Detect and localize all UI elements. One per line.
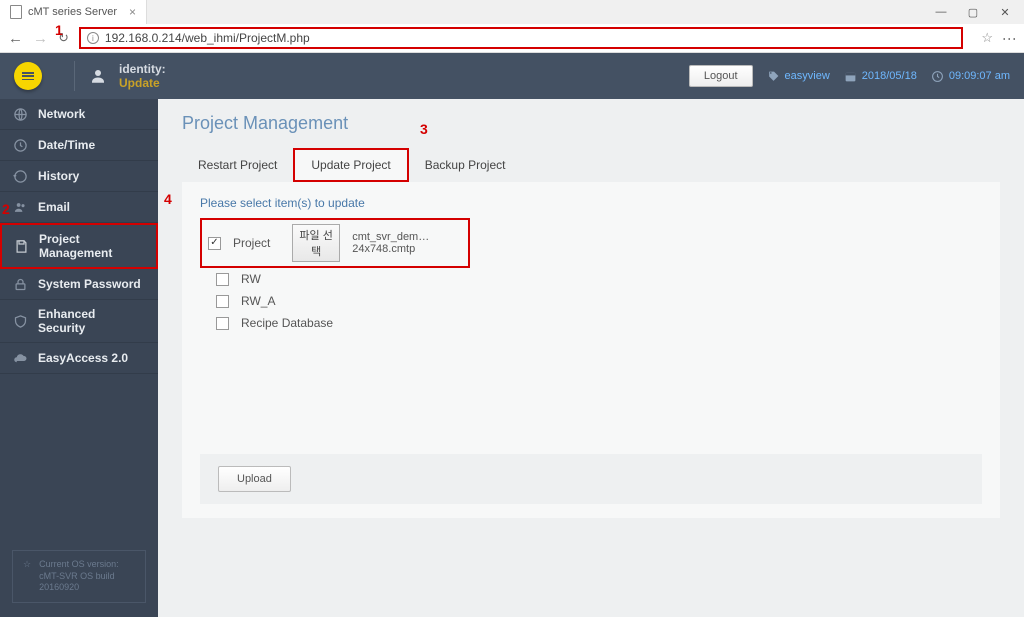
time-indicator: 09:09:07 am [931, 70, 1010, 83]
people-icon [12, 199, 28, 215]
browser-tab[interactable]: cMT series Server × [0, 0, 147, 24]
panel-footer: Upload [200, 454, 982, 504]
star-icon: ☆ [23, 559, 31, 571]
identity-value: Update [119, 76, 166, 90]
tab-backup-project[interactable]: Backup Project [409, 148, 522, 182]
row-rw: RW [216, 268, 982, 290]
window-maximize-button[interactable]: ▢ [958, 2, 988, 22]
history-icon [12, 168, 28, 184]
date-text: 2018/05/18 [862, 70, 917, 82]
url-input[interactable]: i 192.168.0.214/web_ihmi/ProjectM.php [79, 27, 963, 49]
shield-icon [12, 313, 28, 329]
sidebar-item-label: Project Management [39, 232, 144, 260]
row-label: Recipe Database [241, 316, 333, 330]
os-version-box: ☆ Current OS version: cMT-SVR OS build 2… [12, 550, 146, 603]
main-content: Project Management 3 Restart Project Upd… [158, 99, 1024, 617]
sidebar-item-label: Enhanced Security [38, 307, 146, 335]
sidebar-item-label: Network [38, 107, 85, 121]
annotation-1: 1 [55, 22, 63, 38]
row-label: RW_A [241, 294, 275, 308]
globe-icon [12, 106, 28, 122]
header-right: Logout easyview 2018/05/18 09:09:07 am [689, 65, 1010, 87]
divider [74, 61, 75, 91]
browser-tab-bar: cMT series Server × — ▢ ✕ [0, 0, 1024, 24]
row-rw-a: RW_A [216, 290, 982, 312]
os-version-label: Current OS version: [39, 559, 135, 571]
row-label: RW [241, 272, 261, 286]
tag-indicator: easyview [767, 70, 830, 83]
app-header: identity: Update Logout easyview 2018/05… [0, 53, 1024, 99]
window-minimize-button[interactable]: — [926, 2, 956, 22]
checkbox-recipe[interactable] [216, 317, 229, 330]
back-button[interactable]: ← [8, 30, 23, 47]
row-label: Project [233, 236, 280, 250]
menu-toggle-button[interactable] [14, 62, 42, 90]
checkbox-rw-a[interactable] [216, 295, 229, 308]
sidebar-item-enhanced-security[interactable]: Enhanced Security [0, 300, 158, 343]
sidebar-item-network[interactable]: Network [0, 99, 158, 130]
calendar-icon [844, 70, 857, 83]
sidebar-item-label: Email [38, 200, 70, 214]
tag-icon [767, 70, 780, 83]
update-panel: Please select item(s) to update 4 Projec… [182, 182, 1000, 518]
file-select-button[interactable]: 파일 선택 [292, 224, 340, 262]
page-body: Network Date/Time History 2 Email Projec… [0, 99, 1024, 617]
selected-file-name: cmt_svr_dem…24x748.cmtp [352, 231, 462, 255]
user-icon [89, 67, 107, 85]
tag-text: easyview [785, 70, 830, 82]
identity-block: identity: Update [119, 62, 166, 91]
sidebar-item-email[interactable]: Email [0, 192, 158, 223]
tab-title: cMT series Server [28, 6, 117, 18]
page-icon [10, 5, 22, 19]
window-controls: — ▢ ✕ [926, 2, 1024, 22]
page-title: Project Management [182, 113, 1000, 134]
hamburger-icon [22, 72, 34, 80]
tab-restart-project[interactable]: Restart Project [182, 148, 293, 182]
forward-button[interactable]: → [33, 30, 48, 47]
instruction-text: Please select item(s) to update [200, 196, 982, 210]
clock-icon [931, 70, 944, 83]
time-text: 09:09:07 am [949, 70, 1010, 82]
browser-chrome: cMT series Server × — ▢ ✕ ← → ↻ 1 i 192.… [0, 0, 1024, 53]
sidebar-item-history[interactable]: History [0, 161, 158, 192]
sidebar-item-project-management[interactable]: Project Management [0, 223, 158, 269]
window-close-button[interactable]: ✕ [990, 2, 1020, 22]
identity-label: identity: [119, 62, 166, 76]
annotation-4: 4 [164, 191, 172, 207]
sidebar-item-system-password[interactable]: System Password [0, 269, 158, 300]
upload-button[interactable]: Upload [218, 466, 291, 492]
annotation-2: 2 [2, 201, 10, 217]
sidebar-item-label: Date/Time [38, 138, 95, 152]
sidebar-item-datetime[interactable]: Date/Time [0, 130, 158, 161]
clock-icon [12, 137, 28, 153]
lock-icon [12, 276, 28, 292]
sidebar-item-label: System Password [38, 277, 141, 291]
sidebar-item-label: History [38, 169, 79, 183]
tab-update-project[interactable]: Update Project [293, 148, 408, 182]
checkbox-rw[interactable] [216, 273, 229, 286]
cloud-icon [12, 350, 28, 366]
url-text: 192.168.0.214/web_ihmi/ProjectM.php [105, 31, 310, 45]
browser-menu-icon[interactable]: ⋮ [1001, 32, 1018, 45]
sidebar-item-label: EasyAccess 2.0 [38, 351, 128, 365]
bookmark-icon[interactable]: ☆ [981, 30, 993, 46]
save-icon [14, 238, 29, 254]
checkbox-project[interactable] [208, 237, 221, 250]
row-project: Project 파일 선택 cmt_svr_dem…24x748.cmtp [200, 218, 470, 268]
address-bar: ← → ↻ 1 i 192.168.0.214/web_ihmi/Project… [0, 24, 1024, 52]
tab-bar: Restart Project Update Project Backup Pr… [182, 148, 1000, 182]
row-recipe: Recipe Database [216, 312, 982, 334]
annotation-3: 3 [420, 121, 428, 137]
site-info-icon[interactable]: i [87, 32, 99, 44]
sidebar: Network Date/Time History 2 Email Projec… [0, 99, 158, 617]
tab-close-icon[interactable]: × [129, 5, 136, 19]
sidebar-item-easyaccess[interactable]: EasyAccess 2.0 [0, 343, 158, 374]
date-indicator: 2018/05/18 [844, 70, 917, 83]
os-version-value: cMT-SVR OS build 20160920 [39, 571, 135, 594]
logout-button[interactable]: Logout [689, 65, 753, 87]
